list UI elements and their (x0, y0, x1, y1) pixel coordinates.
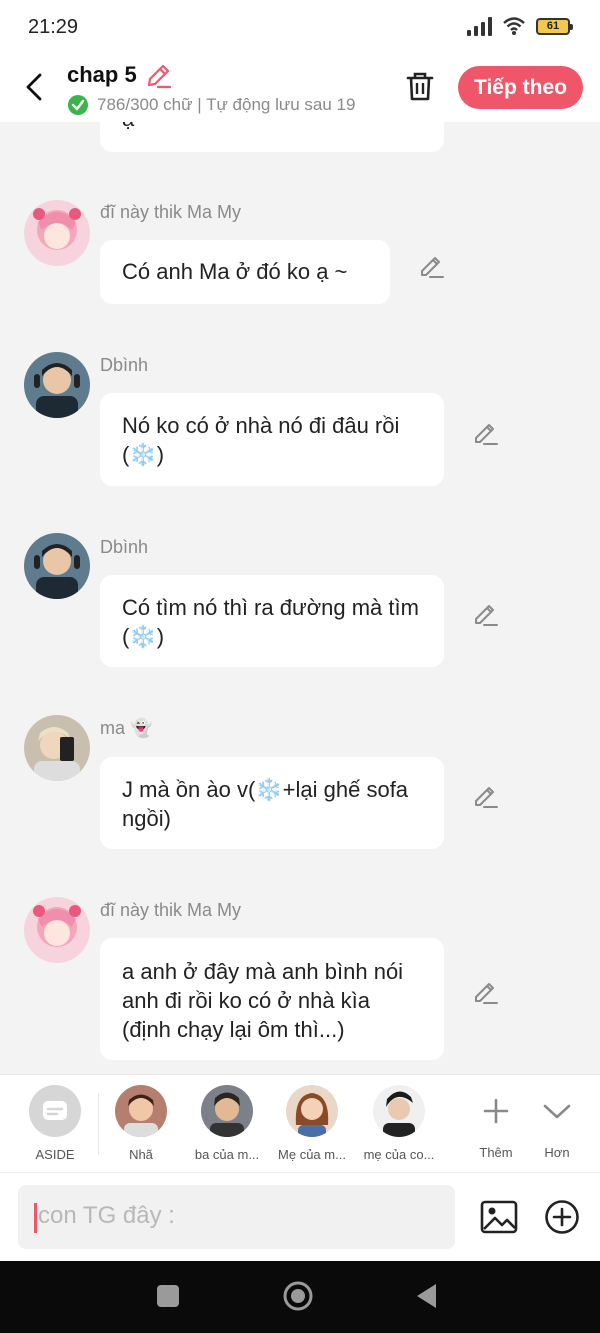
character-me[interactable]: Mẹ của m... (272, 1085, 352, 1162)
back-icon[interactable] (414, 1282, 440, 1310)
system-nav-bar (0, 1261, 600, 1333)
character-me-cua-co[interactable]: mẹ của co... (358, 1085, 440, 1162)
avatar[interactable] (24, 200, 90, 266)
character-nha[interactable]: Nhã (110, 1085, 172, 1162)
word-count-row: 786/300 chữ | Tự động lưu sau 19 (67, 94, 355, 116)
home-icon[interactable] (282, 1280, 314, 1312)
message-input-bar: con TG đây : (0, 1172, 600, 1262)
battery-icon: 61 (536, 17, 573, 35)
character-aside[interactable]: ASIDE (25, 1085, 85, 1162)
edit-message-icon[interactable] (472, 599, 500, 627)
message-bubble[interactable]: J mà ồn ào v(❄️+lại ghế sofa ngồi) (100, 757, 444, 849)
chapter-title[interactable]: chap 5 (67, 62, 137, 88)
sender-name: đĩ này thik Ma My (100, 202, 242, 222)
avatar (373, 1085, 425, 1137)
message-text: ạ~ (122, 122, 147, 131)
message-text: Có tìm nó thì ra đường mà tìm (❄️) (122, 595, 419, 649)
plus-icon (483, 1098, 509, 1124)
avatar[interactable] (24, 533, 90, 599)
next-button[interactable]: Tiếp theo (458, 66, 583, 109)
more-button[interactable]: Hơn (530, 1085, 584, 1160)
edit-message-icon[interactable] (472, 977, 500, 1005)
trash-icon[interactable] (402, 68, 438, 104)
divider (98, 1093, 99, 1155)
recent-apps-icon[interactable] (157, 1285, 179, 1307)
text-caret (34, 1203, 37, 1233)
message-bubble[interactable]: ạ~ (100, 122, 444, 152)
message-bubble[interactable]: Có tìm nó thì ra đường mà tìm (❄️) (100, 575, 444, 667)
character-ba[interactable]: ba của m... (185, 1085, 269, 1162)
sender-name: đĩ này thik Ma My (100, 900, 242, 920)
character-name: ASIDE (35, 1147, 75, 1162)
character-name: Mẹ của m... (278, 1147, 346, 1162)
status-bar: 21:29 61 (0, 0, 600, 56)
avatar[interactable] (24, 352, 90, 418)
status-time: 21:29 (28, 16, 79, 38)
character-name: mẹ của co... (363, 1147, 435, 1162)
avatar (286, 1085, 338, 1137)
edit-message-icon[interactable] (472, 418, 500, 446)
character-selector: ASIDE Nhã ba của m... Mẹ của m... mẹ của… (0, 1074, 600, 1173)
edit-title-icon[interactable] (144, 62, 172, 90)
message-text: a anh ở đây mà anh bình nói anh đi rồi k… (122, 959, 404, 1042)
add-character-button[interactable]: Thêm (468, 1085, 524, 1160)
message-bubble[interactable]: Có anh Ma ở đó ko ạ ~ (100, 240, 390, 304)
message-text: Nó ko có ở nhà nó đi đâu rồi (❄️) (122, 413, 400, 467)
add-label: Thêm (479, 1145, 513, 1160)
word-count-text: 786/300 chữ | Tự động lưu sau 19 (97, 95, 356, 114)
input-placeholder: con TG đây : (38, 1202, 175, 1229)
character-name: ba của m... (194, 1147, 260, 1162)
edit-message-icon[interactable] (418, 251, 446, 279)
aside-icon (29, 1085, 81, 1137)
message-input[interactable]: con TG đây : (18, 1185, 455, 1249)
add-circle-icon[interactable] (543, 1198, 581, 1236)
avatar[interactable] (24, 897, 90, 963)
sender-name: Dbình (100, 537, 149, 557)
chevron-down-icon (543, 1104, 571, 1119)
status-icons: 61 (467, 16, 573, 36)
message-text: Có anh Ma ở đó ko ạ ~ (122, 259, 348, 284)
check-circle-icon (68, 95, 88, 115)
chat-area: ạ~ đĩ này thik Ma My Có anh Ma ở đó ko ạ… (0, 122, 600, 1074)
avatar[interactable] (24, 715, 90, 781)
image-icon[interactable] (479, 1197, 519, 1237)
signal-icon (467, 16, 492, 36)
sender-name: ma 👻 (100, 718, 153, 738)
more-label: Hơn (544, 1145, 570, 1160)
avatar (201, 1085, 253, 1137)
message-bubble[interactable]: Nó ko có ở nhà nó đi đâu rồi (❄️) (100, 393, 444, 486)
message-text: J mà ồn ào v(❄️+lại ghế sofa ngồi) (122, 777, 409, 831)
avatar (115, 1085, 167, 1137)
edit-message-icon[interactable] (472, 781, 500, 809)
sender-name: Dbình (100, 355, 149, 375)
message-bubble[interactable]: a anh ở đây mà anh bình nói anh đi rồi k… (100, 938, 444, 1060)
editor-header: chap 5 786/300 chữ | Tự động lưu sau 19 … (0, 56, 600, 122)
wifi-icon (503, 17, 525, 35)
character-name: Nhã (129, 1147, 153, 1162)
back-arrow-icon[interactable] (20, 70, 50, 104)
